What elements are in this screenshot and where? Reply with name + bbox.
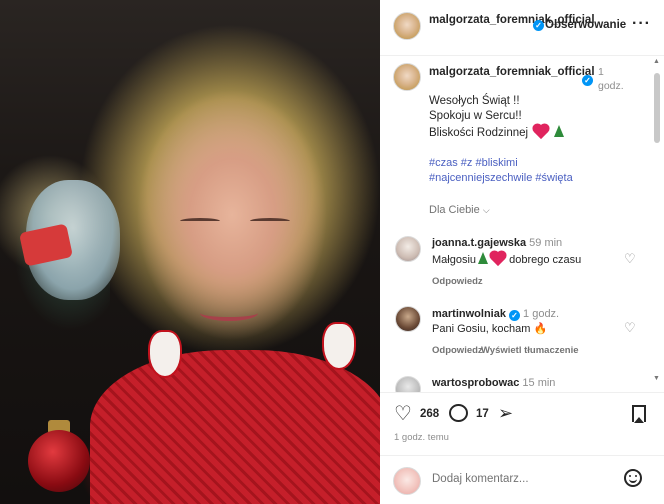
comment-text-end: dobrego czasu (509, 254, 582, 266)
comment-time: 59 min (529, 237, 563, 249)
comment-text-body: Pani Gosiu, kocham (432, 323, 531, 335)
reply-button[interactable]: Odpowiedz (432, 276, 483, 287)
santa-earring-left (148, 330, 182, 378)
verified-badge-icon: ✓ (509, 310, 521, 321)
scroll-down-arrow-icon[interactable]: ▼ (653, 375, 660, 382)
red-heart-emoji-icon (534, 124, 549, 140)
emoji-picker-icon[interactable] (624, 469, 642, 487)
author-username[interactable]: malgorzata_foremniak_official (429, 13, 595, 27)
right-eye (250, 218, 290, 224)
left-eye (180, 218, 220, 224)
comments-scroll-area[interactable]: malgorzata_foremniak_official ✓ 1 godz. … (380, 57, 664, 392)
author-avatar[interactable] (393, 12, 421, 40)
caption-line-1: Wesołych Świąt !! (429, 95, 520, 107)
comment-username[interactable]: wartosprobowac 15 min (432, 377, 555, 389)
red-sweater (90, 350, 380, 504)
red-heart-emoji-icon (490, 251, 506, 267)
commenter-avatar[interactable] (395, 306, 421, 332)
comment-like-heart-icon[interactable]: ♡ (624, 251, 636, 267)
comment-time: 1 godz. (523, 308, 560, 320)
like-count[interactable]: 268 (420, 408, 439, 420)
more-horizontal-icon[interactable]: ··· (632, 15, 651, 33)
commenter-avatar[interactable] (395, 376, 421, 392)
caption-line-3-text: Bliskości Rodzinnej (429, 127, 529, 139)
comment-username-text[interactable]: wartosprobowac (432, 377, 519, 389)
post-actions: ♡ 268 17 ➢ 1 godz. temu Dodaj komentarz.… (380, 392, 664, 504)
comment-text: Pani Gosiu, kocham 🔥 (432, 322, 547, 335)
caption-line-3: Bliskości Rodzinnej (429, 124, 565, 140)
like-heart-icon[interactable]: ♡ (394, 404, 412, 424)
post-photo[interactable] (0, 0, 380, 504)
view-translation-link[interactable]: Wyświetl tłumaczenie (481, 345, 579, 356)
caption-avatar[interactable] (393, 63, 421, 91)
christmas-tree-emoji-icon (554, 125, 565, 137)
verified-badge-icon: ✓ (533, 20, 544, 31)
current-user-avatar (393, 467, 421, 495)
hashtags-line-2[interactable]: #najcenniejszechwile #święta (429, 171, 573, 186)
caption-line-2: Spokoju w Sercu!! (429, 110, 522, 122)
caption-username[interactable]: malgorzata_foremniak_official (429, 65, 595, 79)
bookmark-save-icon[interactable] (632, 405, 646, 423)
hashtags-line-1[interactable]: #czas #z #bliskimi (429, 156, 518, 171)
santa-earring-right (322, 322, 356, 370)
comment-username-text[interactable]: joanna.t.gajewska (432, 237, 526, 249)
posted-time: 1 godz. temu (394, 432, 449, 443)
scroll-up-arrow-icon[interactable]: ▲ (653, 58, 660, 65)
verified-badge-icon: ✓ (582, 75, 593, 86)
comment-count[interactable]: 17 (476, 408, 489, 420)
comment-bubble-icon[interactable] (449, 404, 468, 422)
comment-time: 15 min (522, 377, 556, 389)
red-ornament (28, 430, 90, 492)
following-button[interactable]: Obserwowanie (545, 19, 626, 31)
chevron-down-icon: ⌵ (482, 205, 490, 215)
comment-text: Małgosiu dobrego czasu (432, 251, 582, 267)
comment-username-text[interactable]: martinwolniak (432, 308, 506, 320)
share-send-icon[interactable]: ➢ (498, 403, 513, 424)
fire-emoji-icon: 🔥 (533, 323, 548, 335)
smile (200, 305, 258, 321)
comment-sort-dropdown[interactable]: Dla Ciebie ⌵ (429, 204, 490, 216)
sort-label: Dla Ciebie (429, 204, 480, 216)
comment-username[interactable]: joanna.t.gajewska 59 min (432, 237, 562, 249)
post-header: malgorzata_foremniak_official ✓ Obserwow… (380, 0, 664, 56)
caption-time: 1 godz. (598, 66, 624, 92)
comment-text-start: Małgosiu (432, 254, 477, 266)
add-comment-input[interactable]: Dodaj komentarz... (432, 473, 529, 485)
add-comment-row: Dodaj komentarz... (380, 455, 664, 504)
comment-username[interactable]: martinwolniak ✓ 1 godz. (432, 308, 559, 321)
commenter-avatar[interactable] (395, 236, 421, 262)
post-side-panel: malgorzata_foremniak_official ✓ Obserwow… (380, 0, 664, 504)
christmas-tree-emoji-icon (478, 252, 489, 264)
scrollbar-thumb[interactable] (654, 73, 660, 143)
reply-button[interactable]: Odpowiedz (432, 345, 483, 356)
comment-like-heart-icon[interactable]: ♡ (624, 320, 636, 336)
